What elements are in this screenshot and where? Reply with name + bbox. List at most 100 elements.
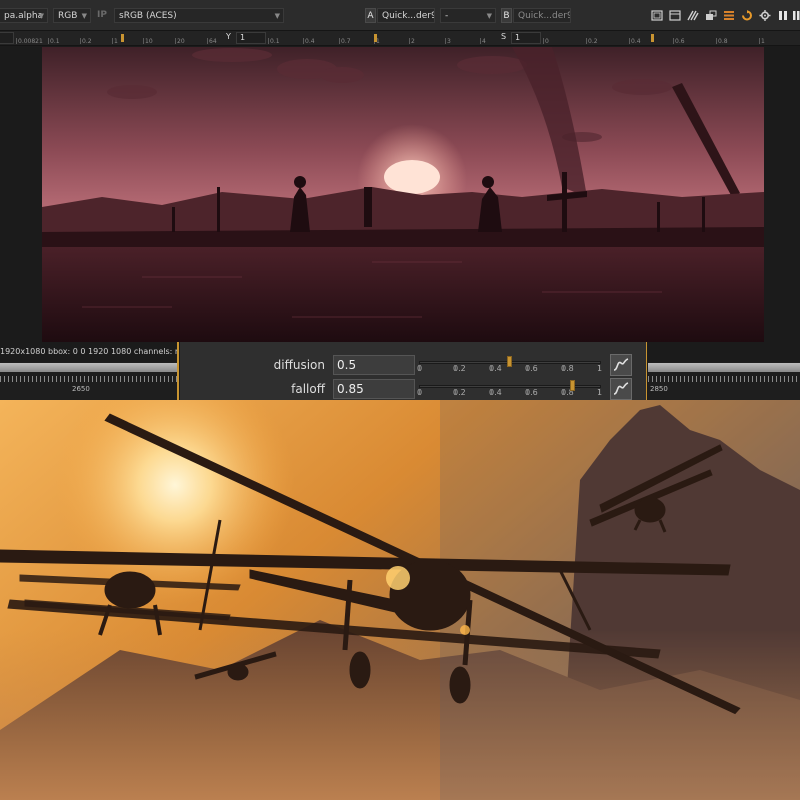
gain-input[interactable] <box>0 32 14 44</box>
blend-label: - <box>445 11 449 21</box>
chevron-down-icon: ▼ <box>486 12 492 20</box>
channel-dropdown[interactable]: pa.alpha ▼ <box>0 8 48 23</box>
saturation-ruler-tick <box>716 38 717 44</box>
roi-icon[interactable] <box>651 10 663 21</box>
timeline-frame-label: 2650 <box>72 385 90 393</box>
saturation-ruler-tick <box>759 38 760 44</box>
gamma-ruler-tick <box>268 38 269 44</box>
image-info-line: 1920x1080 bbox: 0 0 1920 1080 channels: … <box>0 347 178 356</box>
chevron-down-icon: ▼ <box>38 12 44 20</box>
timeline-ticks <box>0 376 178 382</box>
diffusion-input[interactable]: 0.5 <box>333 355 415 375</box>
saturation-ruler-tick <box>629 38 630 44</box>
gamma-ruler-marker[interactable] <box>374 34 377 42</box>
falloff-slider-handle[interactable] <box>570 380 575 391</box>
falloff-slider[interactable]: 0 0.2 0.4 0.6 0.8 1 <box>417 377 605 397</box>
gain-ruler-tick <box>48 38 49 44</box>
timeline-frame-label: 2850 <box>650 385 668 393</box>
a-input-label: Quick...der95 <box>382 11 434 21</box>
layers-icon[interactable] <box>723 10 735 21</box>
y-label: Y <box>226 32 231 41</box>
gain-ruler-tick <box>112 38 113 44</box>
saturation-ruler[interactable]: 0 0.2 0.4 0.6 0.8 1 <box>543 31 773 46</box>
saturation-ruler-tick-label: 0.2 <box>588 38 598 45</box>
gain-ruler-tick-label: 20 <box>177 38 185 45</box>
gain-ruler-tick <box>143 38 144 44</box>
diffusion-label: diffusion <box>273 358 325 372</box>
saturation-ruler-tick-label: 0.4 <box>631 38 641 45</box>
falloff-curve-button[interactable] <box>610 378 632 400</box>
gain-ruler-tick <box>80 38 81 44</box>
diffusion-slider-tick-label: 0.2 <box>453 364 466 373</box>
gamma-ruler-tick-label: 4 <box>482 38 486 45</box>
timeline-left[interactable]: 2650 <box>0 362 178 400</box>
gain-ruler[interactable]: 0.00821 0.1 0.2 1 10 20 64 <box>16 31 221 46</box>
pause-icon[interactable] <box>777 10 789 21</box>
gamma-ruler-tick <box>303 38 304 44</box>
gamma-ruler-tick-label: 0.7 <box>341 38 351 45</box>
s-input[interactable]: 1 <box>511 32 541 44</box>
gain-ruler-tick-label: 1 <box>114 38 118 45</box>
falloff-slider-tick-label: 0.2 <box>453 388 466 397</box>
falloff-slider-tick-label: 1 <box>597 388 603 397</box>
ip-button[interactable]: IP <box>97 8 111 23</box>
proxy-icon[interactable] <box>705 10 717 21</box>
a-input-button[interactable]: A <box>365 8 376 23</box>
rgb-dropdown[interactable]: RGB ▼ <box>53 8 91 23</box>
diffusion-curve-button[interactable] <box>610 354 632 376</box>
channel-dropdown-label: pa.alpha <box>4 11 44 21</box>
timeline-ticks <box>648 376 800 382</box>
gamma-ruler-tick-label: 0.1 <box>270 38 280 45</box>
gamma-ruler-tick <box>445 38 446 44</box>
reference-image <box>0 400 800 800</box>
gamma-ruler-tick-label: 0.4 <box>305 38 315 45</box>
b-input-label: Quick...der95 <box>518 11 570 21</box>
pause-toggle-icon[interactable] <box>791 10 800 21</box>
saturation-ruler-tick-label: 0.6 <box>675 38 685 45</box>
b-input-dropdown[interactable]: Quick...der95 <box>513 8 571 23</box>
gain-ruler-tick <box>16 38 17 44</box>
wipe-icon[interactable] <box>687 10 699 21</box>
gamma-ruler-tick-label: 3 <box>447 38 451 45</box>
falloff-input[interactable]: 0.85 <box>333 379 415 399</box>
gamma-ruler-tick-label: 2 <box>411 38 415 45</box>
panel-divider <box>177 342 179 400</box>
diffusion-slider-tick-label: 0.4 <box>489 364 502 373</box>
diffusion-slider[interactable]: 0 0.2 0.4 0.6 0.8 1 <box>417 353 605 373</box>
colorspace-dropdown[interactable]: sRGB (ACES) ▼ <box>114 8 284 23</box>
refresh-icon[interactable] <box>741 10 753 21</box>
viewer-window: pa.alpha ▼ RGB ▼ IP sRGB (ACES) ▼ A Quick..… <box>0 0 800 400</box>
curve-icon <box>613 358 629 371</box>
viewer-ruler: 0.00821 0.1 0.2 1 10 20 64 Y 1 0.1 0.4 0.7 1 2 3 4 S… <box>0 31 800 46</box>
a-input-dropdown[interactable]: Quick...der95 <box>377 8 435 23</box>
gain-ruler-tick <box>175 38 176 44</box>
diffusion-slider-tick-label: 0 <box>417 364 423 373</box>
saturation-ruler-tick <box>543 38 544 44</box>
gain-ruler-tick-label: 0.00821 <box>18 38 43 45</box>
falloff-slider-tick-label: 0.4 <box>489 388 502 397</box>
gamma-ruler-tick <box>339 38 340 44</box>
gain-ruler-marker[interactable] <box>121 34 124 42</box>
saturation-ruler-tick-label: 0.8 <box>718 38 728 45</box>
settings-icon[interactable] <box>759 10 771 21</box>
saturation-ruler-tick <box>586 38 587 44</box>
diffusion-slider-handle[interactable] <box>507 356 512 367</box>
gain-ruler-tick-label: 10 <box>145 38 153 45</box>
timeline-scrollbar[interactable] <box>0 363 178 372</box>
falloff-slider-tick-label: 0 <box>417 388 423 397</box>
y-input[interactable]: 1 <box>236 32 266 44</box>
blend-dropdown[interactable]: - ▼ <box>440 8 496 23</box>
timeline-scrollbar[interactable] <box>648 363 800 372</box>
gain-ruler-tick <box>207 38 208 44</box>
saturation-ruler-marker[interactable] <box>651 34 654 42</box>
viewer-image[interactable] <box>42 47 764 342</box>
timeline-right[interactable]: 2850 <box>648 362 800 400</box>
guides-icon[interactable] <box>669 10 681 21</box>
falloff-slider-tick-label: 0.6 <box>525 388 538 397</box>
chevron-down-icon: ▼ <box>81 12 87 20</box>
gain-ruler-tick-label: 0.2 <box>82 38 92 45</box>
colorspace-label: sRGB (ACES) <box>119 11 177 21</box>
curve-icon <box>613 382 629 395</box>
b-input-button[interactable]: B <box>501 8 512 23</box>
gamma-ruler[interactable]: 0.1 0.4 0.7 1 2 3 4 <box>268 31 494 46</box>
